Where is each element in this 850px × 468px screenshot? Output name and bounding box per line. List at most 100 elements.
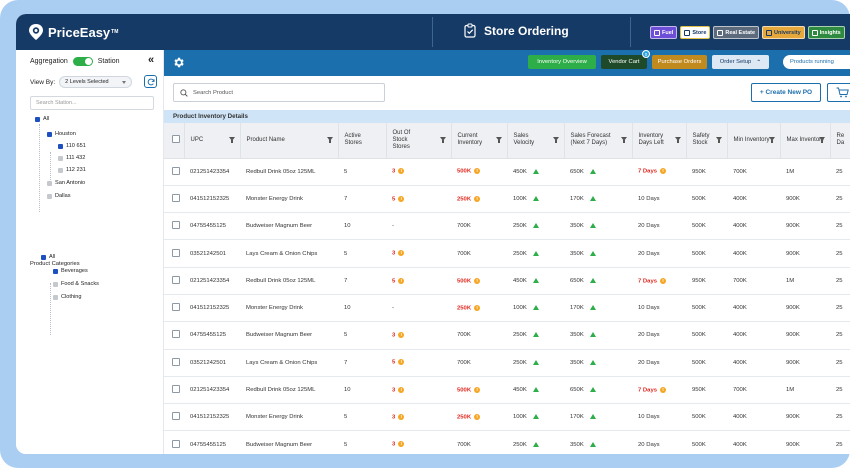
row-checkbox-cell[interactable] xyxy=(164,212,184,241)
checkbox[interactable] xyxy=(53,268,58,274)
checkbox[interactable] xyxy=(58,143,63,149)
collapse-sidebar-icon[interactable]: « xyxy=(148,54,154,66)
cell-product-name[interactable]: Budweiser Magnum Beer xyxy=(240,321,338,350)
gear-icon[interactable] xyxy=(172,56,185,69)
column-header-min-inventory[interactable]: Min Inventory xyxy=(727,123,781,159)
row-checkbox-cell[interactable] xyxy=(164,267,184,295)
row-checkbox-cell[interactable] xyxy=(164,239,184,268)
module-insights[interactable]: Insights xyxy=(807,26,845,39)
cell-product-name[interactable]: Redbull Drink 05oz 125ML xyxy=(240,267,338,295)
row-checkbox-cell[interactable] xyxy=(164,349,184,377)
filter-icon[interactable] xyxy=(439,137,446,143)
table-row[interactable]: 03521242501 Lays Cream & Onion Chips 5 3! 70… xyxy=(164,239,850,268)
cell-product-name[interactable]: Lays Cream & Onion Chips xyxy=(240,349,338,377)
table-row[interactable]: 04755455125 Budweiser Magnum Beer 5 3! 700K 2… xyxy=(164,321,850,350)
inventory-overview-button[interactable]: Inventory Overview xyxy=(528,55,596,69)
table-row[interactable]: 041512152325 Monster Energy Drink 5 3! 250K!… xyxy=(164,403,850,432)
station-dallas[interactable]: Dallas xyxy=(47,193,71,199)
module-fuel[interactable]: Fuel xyxy=(650,26,678,39)
category-food-snacks[interactable]: Food & Snacks xyxy=(53,281,99,287)
row-checkbox-cell[interactable] xyxy=(164,321,184,350)
table-row[interactable]: 04755455125 Budweiser Magnum Beer 10-700K 2… xyxy=(164,212,850,241)
create-new-po-button[interactable]: + Create New PO xyxy=(751,83,821,102)
table-row[interactable]: 021251423354 Redbull Drink 05oz 125ML 10 3!… xyxy=(164,376,850,405)
table-row[interactable]: 041512152325 Monster Energy Drink 7 5! 250K!… xyxy=(164,185,850,214)
row-checkbox[interactable] xyxy=(172,221,180,230)
checkbox[interactable] xyxy=(47,180,52,186)
cell-product-name[interactable]: Budweiser Magnum Beer xyxy=(240,212,338,241)
table-row[interactable]: 03521242501 Lays Cream & Onion Chips 7 5! 70… xyxy=(164,349,850,377)
station-houston[interactable]: Houston xyxy=(47,131,76,137)
product-search-input[interactable]: Search Product xyxy=(173,83,385,102)
station-111432[interactable]: 111 432 xyxy=(58,155,85,161)
filter-icon[interactable] xyxy=(768,137,775,143)
filter-icon[interactable] xyxy=(620,137,627,143)
column-header-upc[interactable]: UPC xyxy=(184,123,241,159)
checkbox[interactable] xyxy=(58,155,63,161)
cell-product-name[interactable]: Redbull Drink 05oz 125ML xyxy=(240,158,338,186)
filter-icon[interactable] xyxy=(326,137,333,143)
row-checkbox-cell[interactable] xyxy=(164,294,184,323)
cell-product-name[interactable]: Monster Energy Drink xyxy=(240,294,338,323)
row-checkbox[interactable] xyxy=(172,357,180,366)
checkbox[interactable] xyxy=(53,294,58,300)
row-checkbox[interactable] xyxy=(172,166,180,175)
cell-product-name[interactable]: Lays Cream & Onion Chips xyxy=(240,239,338,268)
filter-icon[interactable] xyxy=(552,137,559,143)
view-by-select[interactable]: 2 Levels Selected xyxy=(59,76,133,88)
column-header-sales-velocity[interactable]: Sales Velocity xyxy=(507,123,565,159)
table-row[interactable]: 021251423354 Redbull Drink 05oz 125ML 7 5! 5… xyxy=(164,267,850,295)
row-checkbox-cell[interactable] xyxy=(164,376,184,405)
category-all[interactable]: All xyxy=(41,254,55,260)
cell-product-name[interactable]: Budweiser Magnum Beer xyxy=(240,430,338,454)
column-header-safety-stock[interactable]: Safety Stock xyxy=(686,123,728,159)
station-all[interactable]: All xyxy=(35,116,49,122)
station-112231[interactable]: 112 231 xyxy=(58,167,86,173)
category-beverages[interactable]: Beverages xyxy=(53,268,88,274)
row-checkbox[interactable] xyxy=(172,193,180,202)
column-header-re[interactable]: Re Da xyxy=(830,123,850,159)
filter-icon[interactable] xyxy=(228,137,235,143)
table-row[interactable]: 021251423354 Redbull Drink 05oz 125ML 5 3! 5… xyxy=(164,158,850,186)
vendor-cart-button[interactable]: Vendor Cart 0 xyxy=(601,50,650,69)
station-san-antonio[interactable]: San Antonio xyxy=(47,180,85,186)
category-clothing[interactable]: Clothing xyxy=(53,294,82,300)
row-checkbox[interactable] xyxy=(172,412,180,421)
row-checkbox[interactable] xyxy=(172,275,180,284)
column-header-out-of-stock[interactable]: Out Of Stock Stores xyxy=(386,123,452,159)
station-110651[interactable]: 110 651 xyxy=(58,143,86,149)
search-station-input[interactable]: Search Station... xyxy=(30,96,154,110)
module-real-estate[interactable]: Real Estate xyxy=(713,26,760,39)
filter-icon[interactable] xyxy=(495,137,502,143)
cell-product-name[interactable]: Monster Energy Drink xyxy=(240,403,338,432)
column-header-current-inventory[interactable]: Current Inventory xyxy=(451,123,508,159)
brand-logo[interactable]: PriceEasy TM xyxy=(28,23,118,41)
checkbox[interactable] xyxy=(41,254,46,260)
row-checkbox[interactable] xyxy=(172,439,180,448)
row-checkbox[interactable] xyxy=(172,303,180,312)
checkbox[interactable] xyxy=(47,131,52,137)
column-header-product-name[interactable]: Product Name xyxy=(240,123,339,159)
column-header-inventory-days-left[interactable]: Inventory Days Left xyxy=(632,123,687,159)
row-checkbox-cell[interactable] xyxy=(164,185,184,214)
select-all-checkbox-cell[interactable] xyxy=(164,123,185,159)
table-row[interactable]: 041512152325 Monster Energy Drink 10-250K!… xyxy=(164,294,850,323)
row-checkbox[interactable] xyxy=(172,248,180,257)
filter-icon[interactable] xyxy=(715,137,722,143)
module-university[interactable]: University xyxy=(762,26,805,39)
row-checkbox-cell[interactable] xyxy=(164,403,184,432)
purchase-orders-button[interactable]: Purchase Orders xyxy=(652,55,707,69)
filter-icon[interactable] xyxy=(674,137,681,143)
row-checkbox[interactable] xyxy=(172,385,180,394)
cell-product-name[interactable]: Monster Energy Drink xyxy=(240,185,338,214)
filter-icon[interactable] xyxy=(818,137,825,143)
row-checkbox-cell[interactable] xyxy=(164,430,184,454)
aggregation-toggle[interactable] xyxy=(72,57,93,66)
row-checkbox[interactable] xyxy=(172,330,180,339)
module-store[interactable]: Store xyxy=(680,26,711,39)
cell-product-name[interactable]: Redbull Drink 05oz 125ML xyxy=(240,376,338,405)
column-header-active-stores[interactable]: Active Stores xyxy=(338,123,387,159)
checkbox[interactable] xyxy=(35,116,40,122)
row-checkbox-cell[interactable] xyxy=(164,158,184,186)
checkbox[interactable] xyxy=(58,167,63,173)
